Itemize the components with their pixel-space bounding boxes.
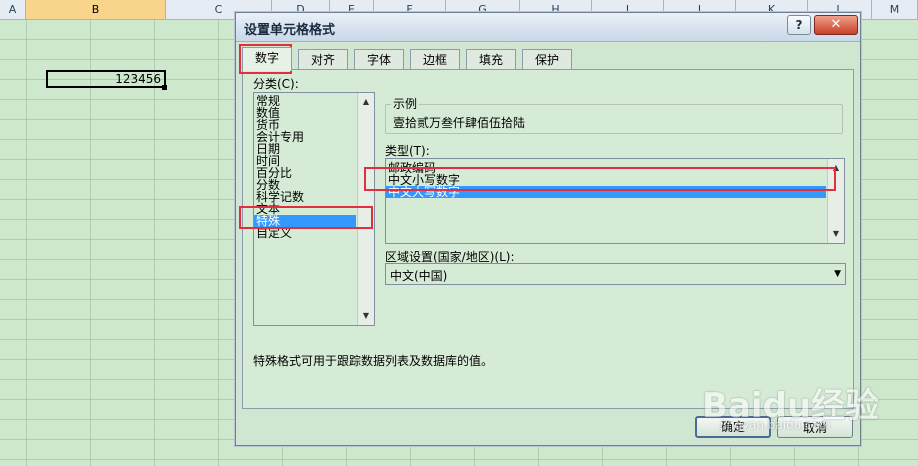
close-button[interactable]: ✕: [814, 15, 858, 35]
active-cell[interactable]: 123456: [46, 70, 166, 88]
tab-fill[interactable]: 填充: [466, 49, 516, 69]
column-header-m[interactable]: M: [872, 0, 918, 19]
scroll-up-icon[interactable]: ▲: [828, 161, 844, 175]
dialog-titlebar[interactable]: 设置单元格格式 ? ✕: [236, 13, 860, 42]
category-item[interactable]: 自定义: [254, 227, 374, 239]
scroll-up-icon[interactable]: ▲: [358, 95, 374, 109]
category-list[interactable]: 常规 数值 货币 会计专用 日期 时间 百分比 分数 科学记数 文本 特殊 自定…: [253, 92, 375, 326]
scroll-down-icon[interactable]: ▼: [358, 309, 374, 323]
fill-handle[interactable]: [162, 85, 167, 90]
help-button[interactable]: ?: [787, 15, 811, 35]
tab-protection[interactable]: 保护: [522, 49, 572, 69]
scroll-down-icon[interactable]: ▼: [828, 227, 844, 241]
category-label: 分类(C):: [253, 77, 299, 91]
type-list[interactable]: 邮政编码 中文小写数字 中文大写数字 ▲ ▼: [385, 158, 845, 244]
type-item-selected[interactable]: 中文大写数字: [386, 186, 826, 198]
number-tab-panel: 分类(C): 常规 数值 货币 会计专用 日期 时间 百分比 分数 科学记数 文…: [242, 69, 854, 409]
category-description: 特殊格式可用于跟踪数据列表及数据库的值。: [253, 354, 494, 368]
baidu-watermark: Baidu经验 jingyan.baidu.com: [702, 378, 902, 438]
chevron-down-icon[interactable]: ▼: [834, 269, 841, 279]
dialog-title: 设置单元格格式: [244, 23, 336, 38]
column-header-a[interactable]: A: [0, 0, 26, 19]
category-scrollbar[interactable]: ▲ ▼: [357, 93, 374, 325]
tab-border[interactable]: 边框: [410, 49, 460, 69]
tab-alignment[interactable]: 对齐: [298, 49, 348, 69]
type-scrollbar[interactable]: ▲ ▼: [827, 159, 844, 243]
sample-group: 壹拾贰万叁仟肆佰伍拾陆: [385, 104, 843, 134]
tab-number[interactable]: 数字: [242, 47, 292, 71]
sample-label: 示例: [391, 95, 420, 112]
locale-value: 中文(中国): [390, 269, 448, 283]
watermark-url: jingyan.baidu.com: [720, 418, 831, 432]
tab-font[interactable]: 字体: [354, 49, 404, 69]
type-label: 类型(T):: [385, 144, 430, 158]
sample-value: 壹拾贰万叁仟肆佰伍拾陆: [393, 116, 526, 130]
column-header-b[interactable]: B: [26, 0, 166, 19]
locale-dropdown[interactable]: 中文(中国) ▼: [385, 263, 846, 285]
